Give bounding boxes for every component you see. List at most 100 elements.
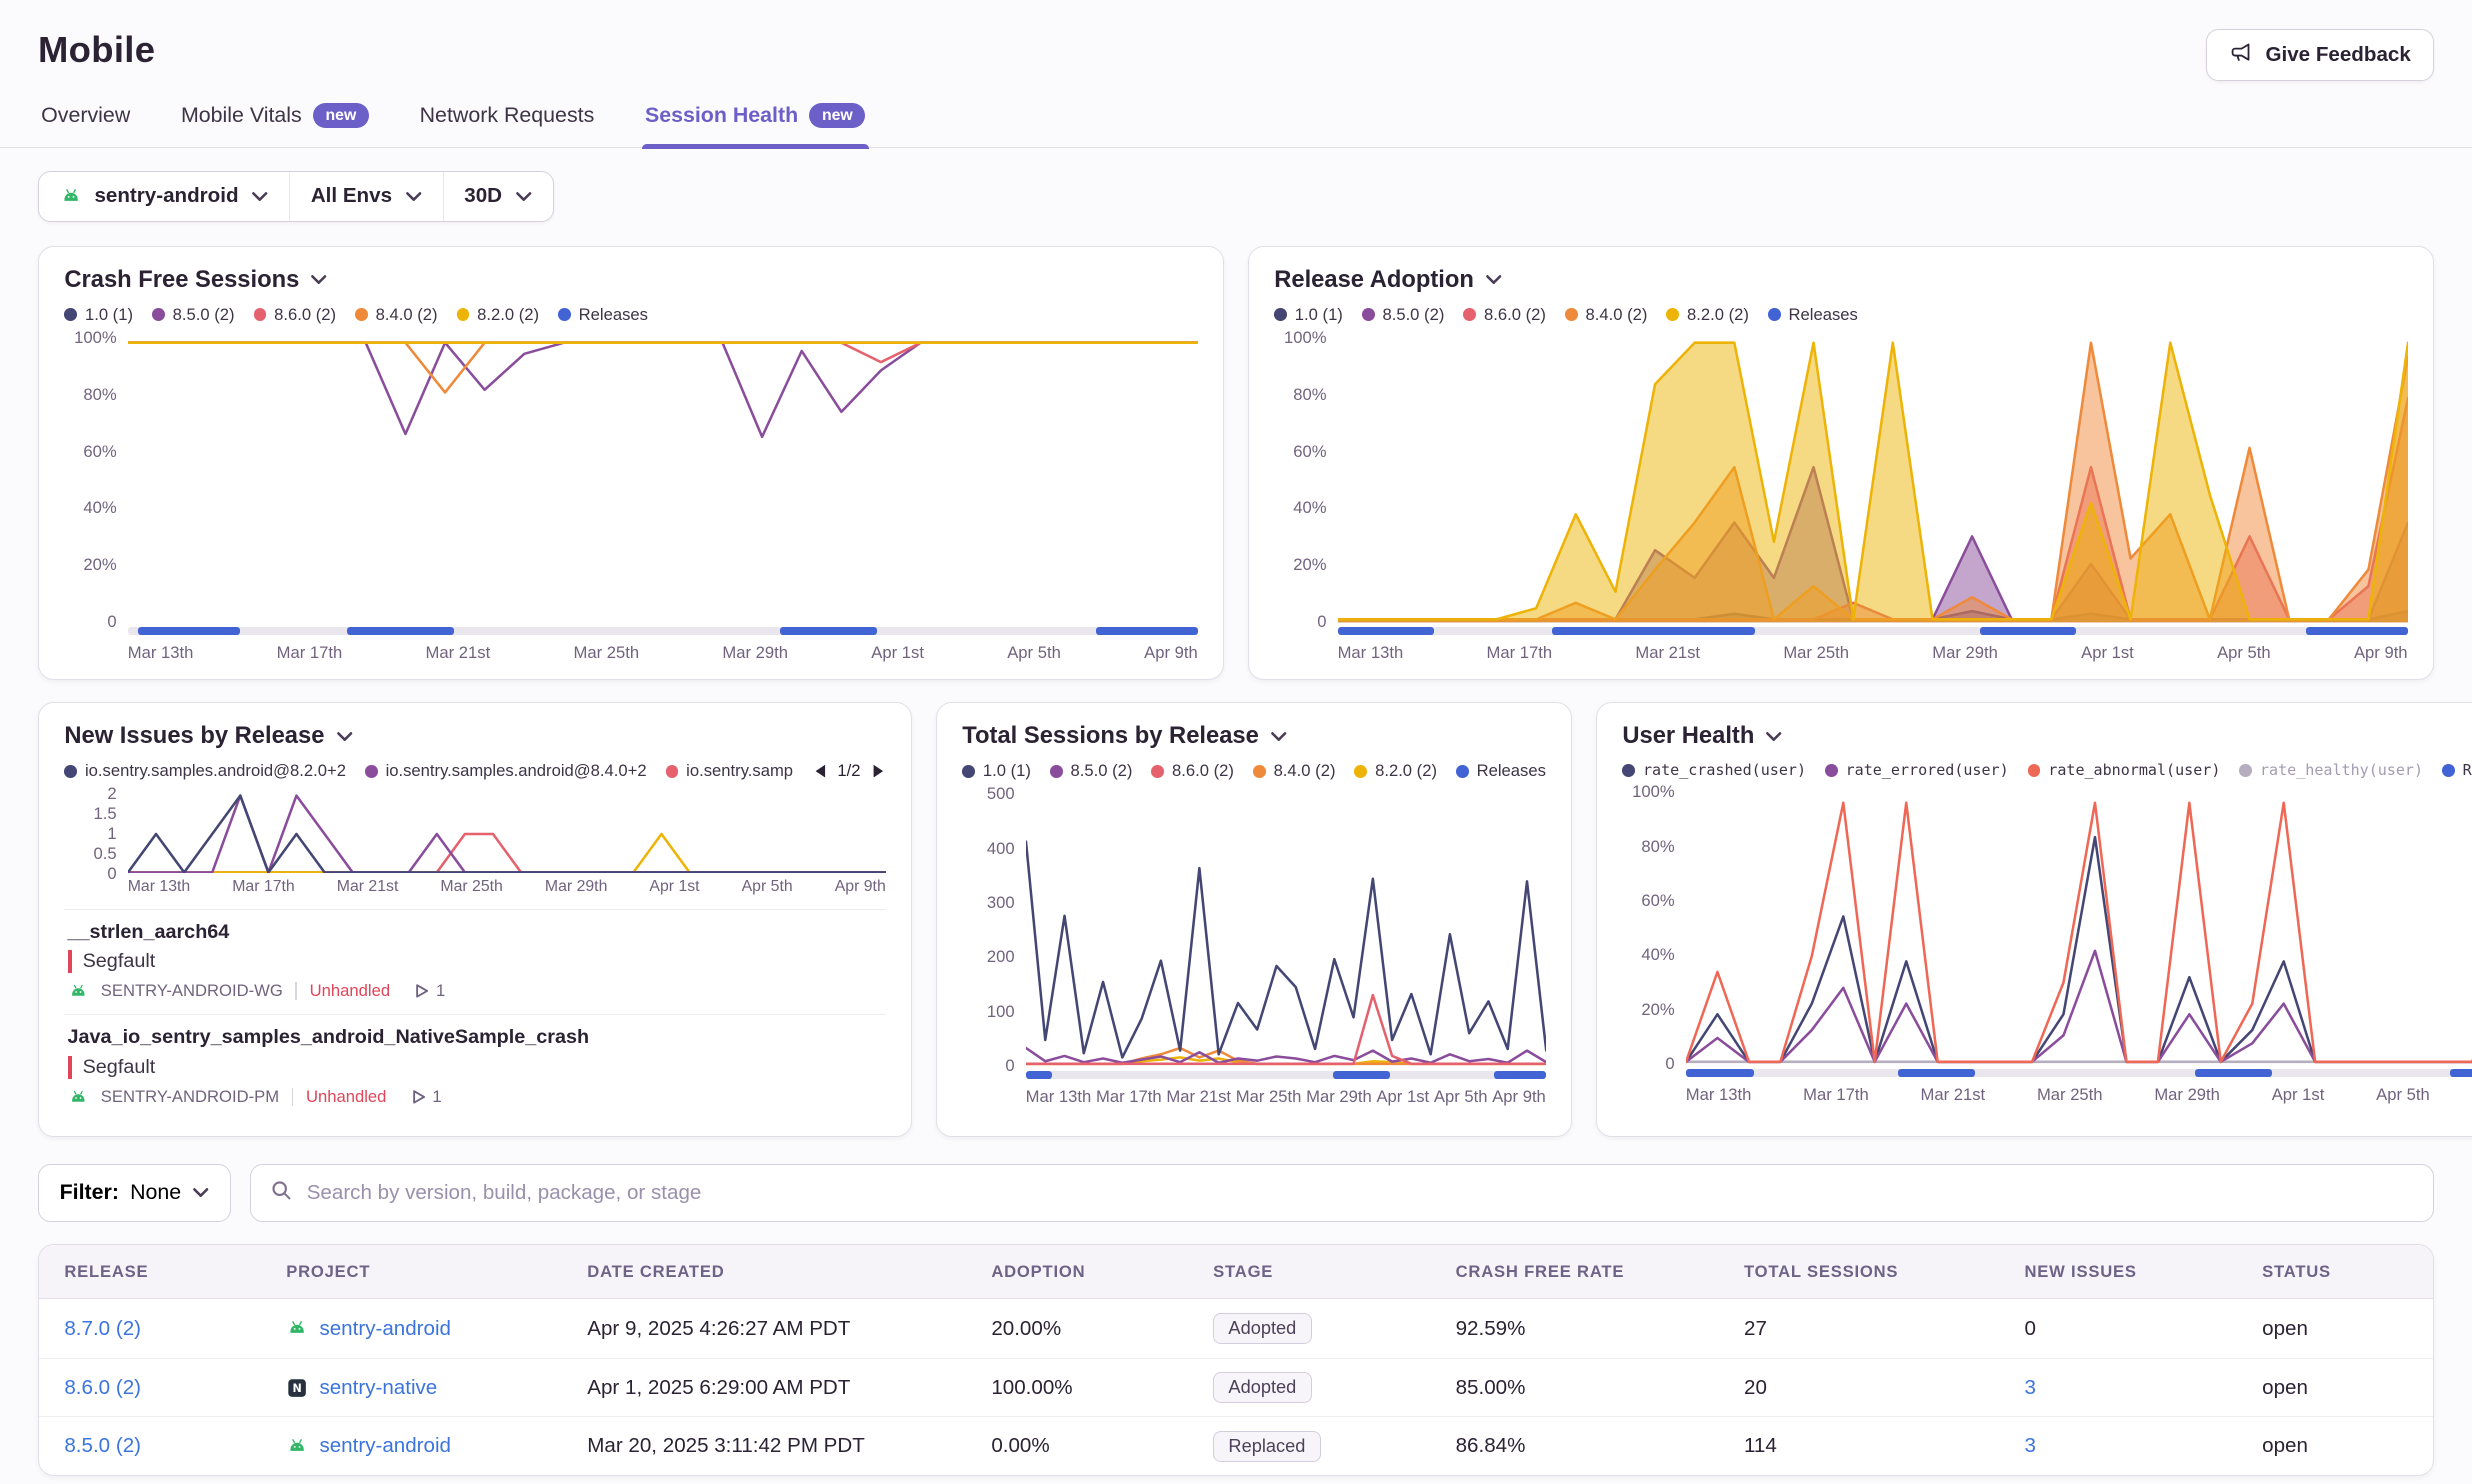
release-filter-button[interactable]: Filter: None [38,1164,231,1223]
column-header[interactable]: PROJECT [286,1262,587,1282]
release-marker[interactable] [1552,627,1755,635]
x-tick-label: Mar 29th [2154,1085,2220,1105]
release-marker[interactable] [1494,1071,1546,1079]
legend-item[interactable]: 1.0 (1) [1274,305,1343,325]
give-feedback-button[interactable]: Give Feedback [2206,29,2434,81]
legend-item[interactable]: 8.2.0 (2) [1666,305,1749,325]
chart-selector-chevron-icon[interactable] [1485,274,1502,285]
release-marker[interactable] [1096,627,1198,635]
environment-filter-button[interactable]: All Envs [289,172,442,221]
legend-item[interactable]: 8.4.0 (2) [355,305,438,325]
project-link[interactable]: sentry-android [319,1434,451,1458]
legend-item[interactable]: rate_errored(user) [1825,761,2009,779]
tab-label: Session Health [645,103,798,128]
prev-page-button[interactable] [812,763,828,780]
new-issues-by-release-card: New Issues by Release io.sentry.samples.… [38,702,912,1136]
release-marker[interactable] [347,627,454,635]
release-version-link[interactable]: 8.6.0 (2) [64,1376,141,1399]
next-page-button[interactable] [870,763,886,780]
legend-item[interactable]: io.sentry.samples.android@8.4.0+2 [365,761,647,781]
x-axis: Mar 13thMar 17thMar 21stMar 25thMar 29th… [1686,1085,2472,1105]
legend-item[interactable]: io.sentry.samples.android@8.2.0+2 [64,761,346,781]
release-marker[interactable] [1338,627,1434,635]
series-color-dot [1768,308,1781,321]
release-marker[interactable] [1686,1069,1754,1077]
y-tick-label: 100% [1632,782,1675,802]
legend-item[interactable]: rate_abnormal(user) [2028,761,2221,779]
chart-legend: io.sentry.samples.android@8.2.0+2 io.sent… [64,761,885,781]
issue-title-link[interactable]: Java_io_sentry_samples_android_NativeSam… [68,1026,883,1049]
column-header[interactable]: DATE CREATED [587,1262,991,1282]
legend-item[interactable]: 8.5.0 (2) [152,305,235,325]
release-marker[interactable] [2450,1069,2472,1077]
legend-item[interactable]: 8.4.0 (2) [1565,305,1648,325]
release-marker[interactable] [1980,627,2076,635]
legend-item[interactable]: 8.6.0 (2) [1463,305,1546,325]
x-tick-label: Mar 25th [573,643,639,663]
release-marker[interactable] [2306,627,2408,635]
project-link[interactable]: sentry-android [319,1317,451,1341]
date-range-filter-button[interactable]: 30D [443,172,553,221]
tab-bar: Overview Mobile Vitalsnew Network Requests… [0,94,2472,149]
x-tick-label: Apr 1st [2272,1085,2325,1105]
legend-item[interactable]: rate_crashed(user) [1622,761,1806,779]
tab-overview[interactable]: Overview [38,94,133,148]
legend-item[interactable]: 8.4.0 (2) [1253,761,1336,781]
issue-title-link[interactable]: __strlen_aarch64 [68,921,883,944]
release-marker[interactable] [1333,1071,1390,1079]
legend-item[interactable]: Releases [558,305,648,325]
series-color-dot [2028,764,2041,777]
android-platform-icon [286,1435,308,1457]
x-tick-label: Mar 29th [545,878,607,896]
release-marker[interactable] [780,627,876,635]
legend-item[interactable]: 8.2.0 (2) [457,305,540,325]
legend-item[interactable]: Releases [1768,305,1858,325]
legend-item[interactable]: 8.5.0 (2) [1050,761,1133,781]
series-color-dot [1825,764,1838,777]
column-header[interactable]: STAGE [1213,1262,1455,1282]
legend-item[interactable]: io.sentry.samp [666,761,793,781]
release-marker[interactable] [2195,1069,2271,1077]
new-issues-link[interactable]: 3 [2024,1434,2035,1457]
y-tick-label: 60% [1641,891,1674,911]
legend-item[interactable]: Releases [2442,761,2472,779]
legend-item[interactable]: 8.5.0 (2) [1362,305,1445,325]
release-version-link[interactable]: 8.7.0 (2) [64,1317,141,1340]
project-link[interactable]: sentry-native [319,1376,437,1400]
legend-label: 8.4.0 (2) [1585,305,1647,325]
chart-selector-chevron-icon[interactable] [1270,731,1287,742]
release-search-input[interactable] [307,1181,2414,1205]
series-color-dot [1253,765,1266,778]
project-filter-button[interactable]: sentry-android [39,172,289,221]
chart-selector-chevron-icon[interactable] [336,731,353,742]
tab-session-health[interactable]: Session Healthnew [642,94,869,148]
new-issues-link[interactable]: 3 [2024,1376,2035,1399]
release-version-link[interactable]: 8.5.0 (2) [64,1434,141,1457]
column-header[interactable]: TOTAL SESSIONS [1744,1262,2024,1282]
give-feedback-label: Give Feedback [2266,43,2411,67]
release-marker[interactable] [138,627,240,635]
svg-text:N: N [293,1382,302,1395]
crash-free-rate-cell: 86.84% [1456,1434,1744,1458]
unhandled-tag: Unhandled [310,981,390,1001]
legend-item[interactable]: 8.6.0 (2) [254,305,337,325]
column-header[interactable]: NEW ISSUES [2024,1262,2262,1282]
legend-item[interactable]: 1.0 (1) [64,305,133,325]
new-issues-list: __strlen_aarch64SegfaultSENTRY-ANDROID-W… [64,909,885,1120]
column-header[interactable]: CRASH FREE RATE [1456,1262,1744,1282]
tab-network-requests[interactable]: Network Requests [416,94,597,148]
legend-item[interactable]: 8.2.0 (2) [1354,761,1437,781]
chart-selector-chevron-icon[interactable] [310,274,327,285]
legend-item[interactable]: rate_healthy(user) [2239,761,2423,779]
column-header[interactable]: STATUS [2262,1262,2433,1282]
release-marker[interactable] [1026,1071,1052,1079]
release-marker[interactable] [1898,1069,1974,1077]
legend-item[interactable]: 8.6.0 (2) [1151,761,1234,781]
android-platform-icon [286,1317,308,1339]
column-header[interactable]: ADOPTION [991,1262,1213,1282]
legend-item[interactable]: Releases [1456,761,1546,781]
chart-selector-chevron-icon[interactable] [1765,731,1782,742]
legend-item[interactable]: 1.0 (1) [962,761,1031,781]
tab-mobile-vitals[interactable]: Mobile Vitalsnew [178,94,372,148]
column-header[interactable]: RELEASE [64,1262,286,1282]
